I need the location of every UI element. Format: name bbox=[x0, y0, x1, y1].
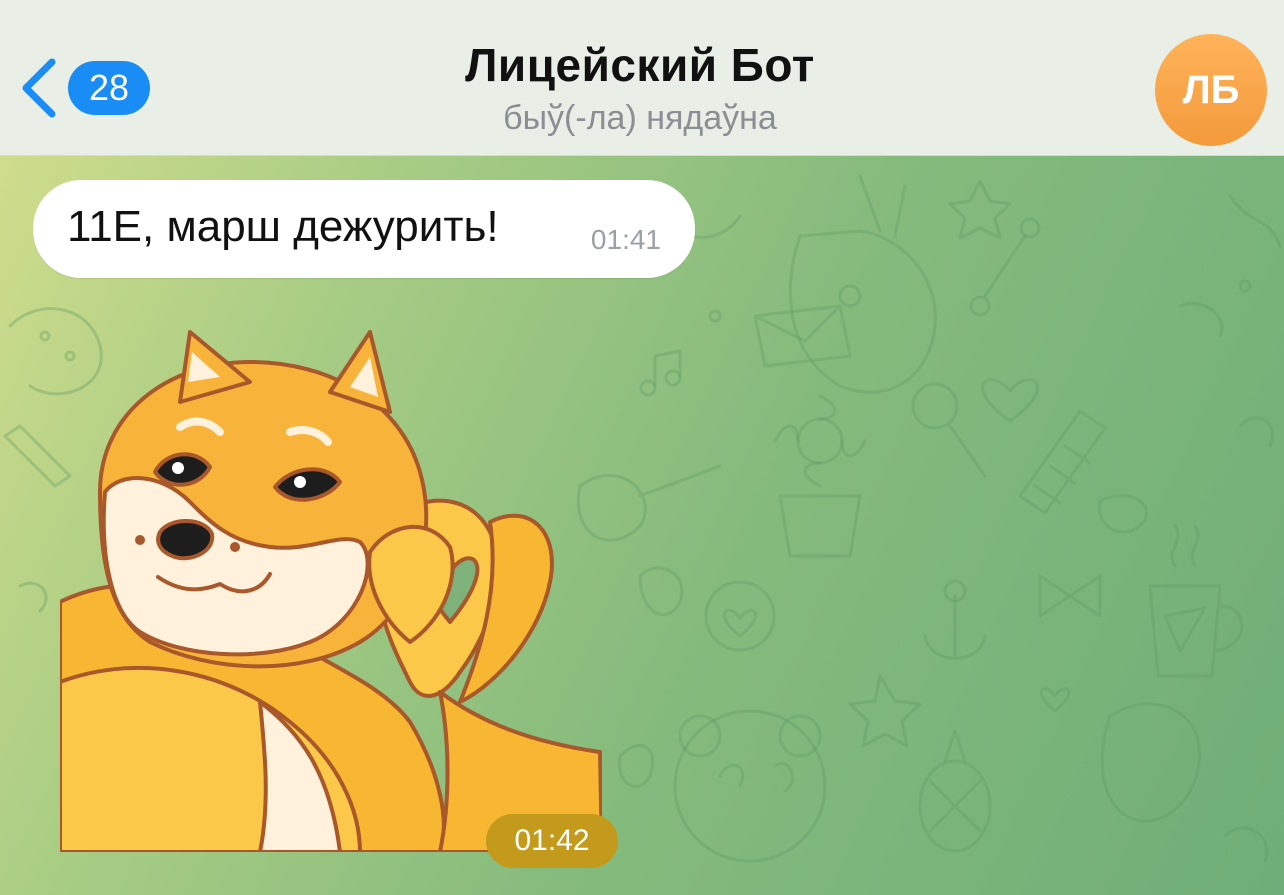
chat-header: 28 Лицейский Бот быў(-ла) нядаўна ЛБ bbox=[0, 0, 1284, 156]
message-time: 01:41 bbox=[590, 224, 661, 255]
message-text: 11E, марш дежурить! bbox=[67, 202, 499, 251]
chat-status: быў(-ла) нядаўна bbox=[503, 99, 777, 137]
avatar[interactable]: ЛБ bbox=[1155, 34, 1267, 146]
shiba-heart-sticker-icon[interactable] bbox=[60, 322, 602, 852]
chat-title: Лицейский Бот bbox=[465, 39, 815, 91]
message-bubble[interactable]: 11E, марш дежурить! 01:41 bbox=[33, 180, 695, 278]
unread-count-badge: 28 bbox=[68, 61, 150, 115]
back-button[interactable]: 28 bbox=[18, 50, 158, 126]
chat-title-block[interactable]: Лицейский Бот быў(-ла) нядаўна bbox=[340, 36, 940, 140]
chevron-left-icon bbox=[22, 58, 56, 118]
sticker-time: 01:42 bbox=[486, 814, 618, 868]
